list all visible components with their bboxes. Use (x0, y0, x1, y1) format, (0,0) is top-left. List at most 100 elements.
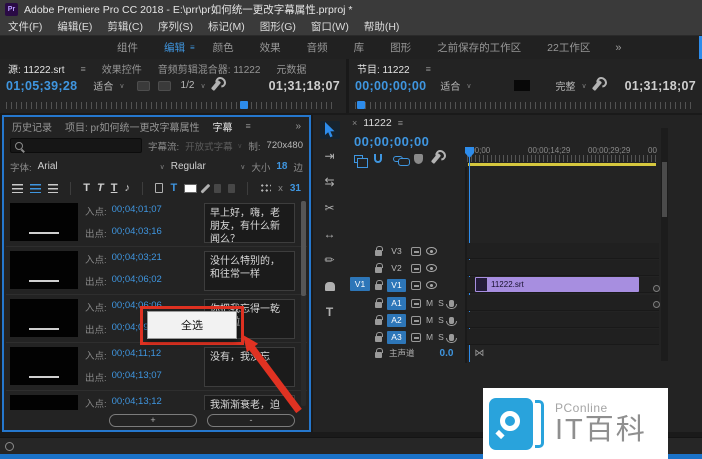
sequence-name[interactable]: 11222 (363, 117, 391, 129)
scrollbar-knob[interactable] (653, 301, 660, 308)
tab-program[interactable]: 节目: 11222 (357, 61, 410, 76)
timeline-vertical-scrollbar[interactable] (661, 128, 668, 361)
work-area-bar[interactable] (468, 163, 656, 166)
workspace-22[interactable]: 22工作区 (534, 40, 603, 55)
track-name-v2[interactable]: V2 (387, 262, 406, 275)
mute-button[interactable]: M (426, 332, 433, 342)
in-timecode[interactable]: 00;04;11;12 (112, 348, 161, 362)
counter-value[interactable]: 31 (290, 183, 301, 194)
track-header-a2[interactable]: A2 M S (348, 312, 465, 328)
snap-icon[interactable] (374, 154, 382, 163)
track-header-v1[interactable]: V1 V1 (348, 277, 465, 293)
workspace-effects[interactable]: 效果 (247, 40, 294, 55)
track-header-a3[interactable]: A3 M S (348, 329, 465, 345)
mic-icon[interactable] (449, 317, 454, 324)
track-name-v3[interactable]: V3 (387, 245, 406, 258)
eyedropper-icon[interactable] (200, 183, 210, 193)
underline-button[interactable]: T (111, 183, 118, 194)
remove-caption-button[interactable]: - (207, 414, 295, 427)
menu-file[interactable]: 文件(F) (8, 19, 42, 34)
menu-edit[interactable]: 编辑(E) (57, 19, 92, 34)
workspace-menu-icon[interactable]: ≡ (190, 43, 195, 52)
align-left-icon[interactable] (12, 184, 23, 193)
nest-sequence-icon[interactable] (354, 155, 363, 163)
solo-button[interactable]: S (438, 298, 444, 308)
hand-tool[interactable] (320, 277, 340, 295)
drag-audio-icon[interactable] (158, 81, 171, 91)
tab-audio-clip-mixer[interactable]: 音频剪辑混合器: 11222 (158, 61, 261, 76)
menu-clip[interactable]: 剪辑(C) (107, 19, 143, 34)
timeline-settings-wrench-icon[interactable] (431, 153, 441, 164)
settings-wrench-icon[interactable] (592, 80, 602, 91)
lock-icon[interactable] (375, 284, 382, 290)
track-name-a3[interactable]: A3 (387, 331, 406, 344)
panel-menu-icon[interactable]: ≡ (81, 64, 86, 74)
selection-tool[interactable] (320, 121, 340, 139)
scrollbar-knob[interactable] (653, 285, 660, 292)
drag-video-icon[interactable] (137, 81, 150, 91)
add-caption-button[interactable]: + (109, 414, 197, 427)
menu-marker[interactable]: 标记(M) (208, 19, 245, 34)
source-zoom-select[interactable]: 适合 (93, 78, 124, 93)
program-quality-select[interactable]: 完整 (556, 78, 587, 93)
mute-button[interactable]: M (426, 298, 433, 308)
align-center-icon[interactable] (30, 184, 41, 193)
solo-button[interactable]: S (438, 315, 444, 325)
source-playhead[interactable] (240, 101, 248, 109)
stream-select[interactable]: 开放式字幕 (185, 139, 242, 153)
fit-icon[interactable]: ⋈ (474, 348, 484, 359)
pen-tool[interactable]: ✏ (320, 251, 340, 269)
track-header-a1[interactable]: A1 M S (348, 295, 465, 311)
lock-icon[interactable] (375, 250, 382, 256)
caption-list-scrollbar[interactable] (301, 201, 306, 406)
caption-row[interactable]: 入点:00;04;03;21 出点:00;04;06;02 没什么特别的，和往常… (6, 247, 307, 295)
mute-button[interactable]: M (426, 315, 433, 325)
workspace-graphics[interactable]: 图形 (377, 40, 424, 55)
source-scrubber[interactable] (6, 102, 336, 109)
caption-search-input[interactable] (27, 141, 137, 151)
track-lane-v3[interactable] (467, 243, 659, 259)
track-lane-a2[interactable] (467, 312, 659, 328)
close-icon[interactable]: × (352, 118, 357, 128)
track-lane-a3[interactable] (467, 329, 659, 345)
master-volume-value[interactable]: 0.0 (440, 348, 454, 359)
tab-metadata[interactable]: 元数据 (276, 61, 306, 76)
timeline-current-timecode[interactable]: 00;00;00;00 (354, 134, 429, 149)
sync-lock-icon[interactable] (411, 316, 421, 325)
track-header-master[interactable]: 主声道 0.0 ⋈ (348, 345, 498, 361)
caption-text[interactable]: 没什么特别的，和往常一样 (204, 251, 295, 291)
menu-help[interactable]: 帮助(H) (364, 19, 400, 34)
type-tool[interactable]: T (320, 303, 340, 321)
menu-graphics[interactable]: 图形(G) (260, 19, 296, 34)
slip-tool[interactable]: ↔ (320, 225, 340, 243)
italic-button[interactable]: T (97, 183, 104, 194)
caption-search-box[interactable] (10, 138, 142, 153)
track-name-v1[interactable]: V1 (387, 279, 406, 292)
time-ruler[interactable] (467, 155, 659, 162)
eye-icon[interactable] (426, 247, 437, 255)
sync-lock-icon[interactable] (411, 299, 421, 308)
font-style-select[interactable]: Regular (171, 159, 246, 174)
program-zoom-select[interactable]: 适合 (440, 78, 471, 93)
panel-menu-icon[interactable]: ≡ (426, 64, 431, 74)
sync-lock-icon[interactable] (411, 264, 421, 273)
sync-lock-icon[interactable] (411, 333, 421, 342)
align-right-icon[interactable] (48, 184, 59, 193)
linked-selection-icon[interactable] (393, 156, 403, 162)
tab-source[interactable]: 源: 11222.srt (8, 61, 65, 76)
caption-row[interactable]: 入点:00;04;01;07 出点:00;04;03;16 早上好，嗨，老朋友，… (6, 199, 307, 247)
bold-button[interactable]: T (83, 183, 90, 194)
lock-icon[interactable] (375, 267, 382, 273)
panel-menu-icon[interactable]: ≡ (245, 121, 250, 131)
workspace-saved[interactable]: 之前保存的工作区 (424, 40, 534, 55)
mic-icon[interactable] (449, 334, 454, 341)
caption-text[interactable]: 我渐渐衰老，迫切地想和你共事 (204, 395, 295, 410)
out-timecode[interactable]: 00;04;03;16 (112, 226, 162, 240)
music-note-button[interactable]: ♪ (124, 183, 130, 194)
tab-project[interactable]: 项目: pr如何统一更改字幕属性 (65, 119, 199, 134)
out-timecode[interactable]: 00;04;13;07 (112, 370, 162, 384)
menu-sequence[interactable]: 序列(S) (158, 19, 193, 34)
tab-effect-controls[interactable]: 效果控件 (102, 61, 142, 76)
workspace-libraries[interactable]: 库 (341, 40, 378, 55)
track-lane-a1[interactable] (467, 295, 659, 311)
